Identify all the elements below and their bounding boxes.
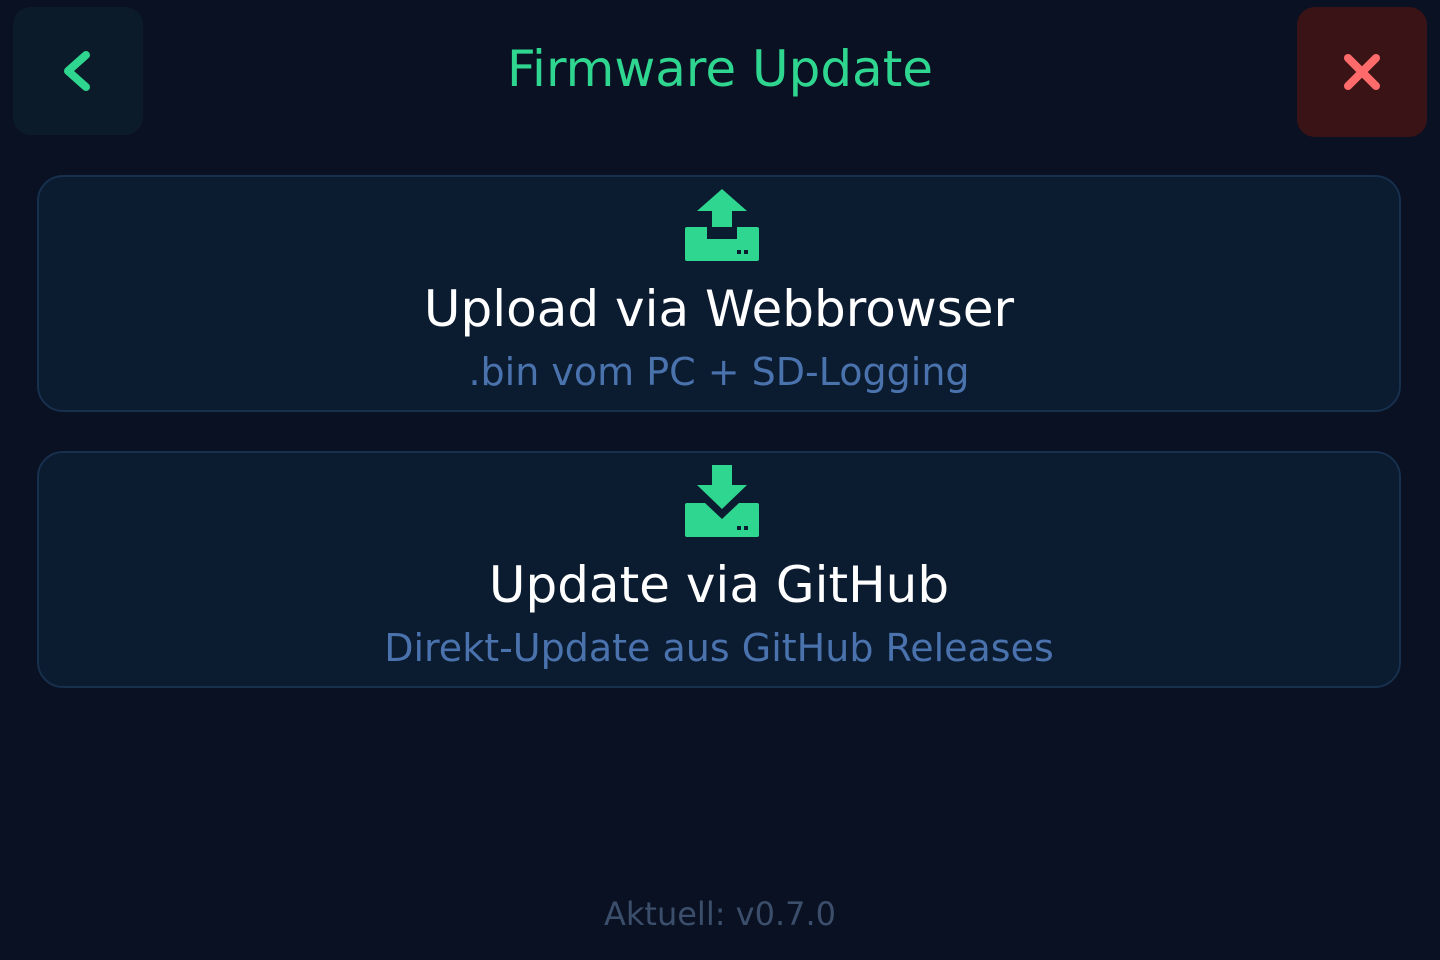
back-button[interactable] (13, 7, 143, 135)
card-title: Update via GitHub (488, 556, 950, 614)
upload-webbrowser-button[interactable]: Upload via Webbrowser .bin vom PC + SD-L… (37, 175, 1401, 412)
version-label: Aktuell: v0.7.0 (603, 895, 837, 933)
upload-icon (685, 189, 759, 261)
card-subtitle: .bin vom PC + SD-Logging (468, 350, 970, 394)
page-title: Firmware Update (506, 40, 934, 98)
card-subtitle: Direkt-Update aus GitHub Releases (384, 626, 1054, 670)
card-title: Upload via Webbrowser (423, 280, 1015, 338)
close-button[interactable] (1297, 7, 1427, 137)
download-icon (685, 465, 759, 537)
close-icon (1344, 54, 1380, 90)
update-github-button[interactable]: Update via GitHub Direkt-Update aus GitH… (37, 451, 1401, 688)
chevron-left-icon (64, 51, 90, 91)
